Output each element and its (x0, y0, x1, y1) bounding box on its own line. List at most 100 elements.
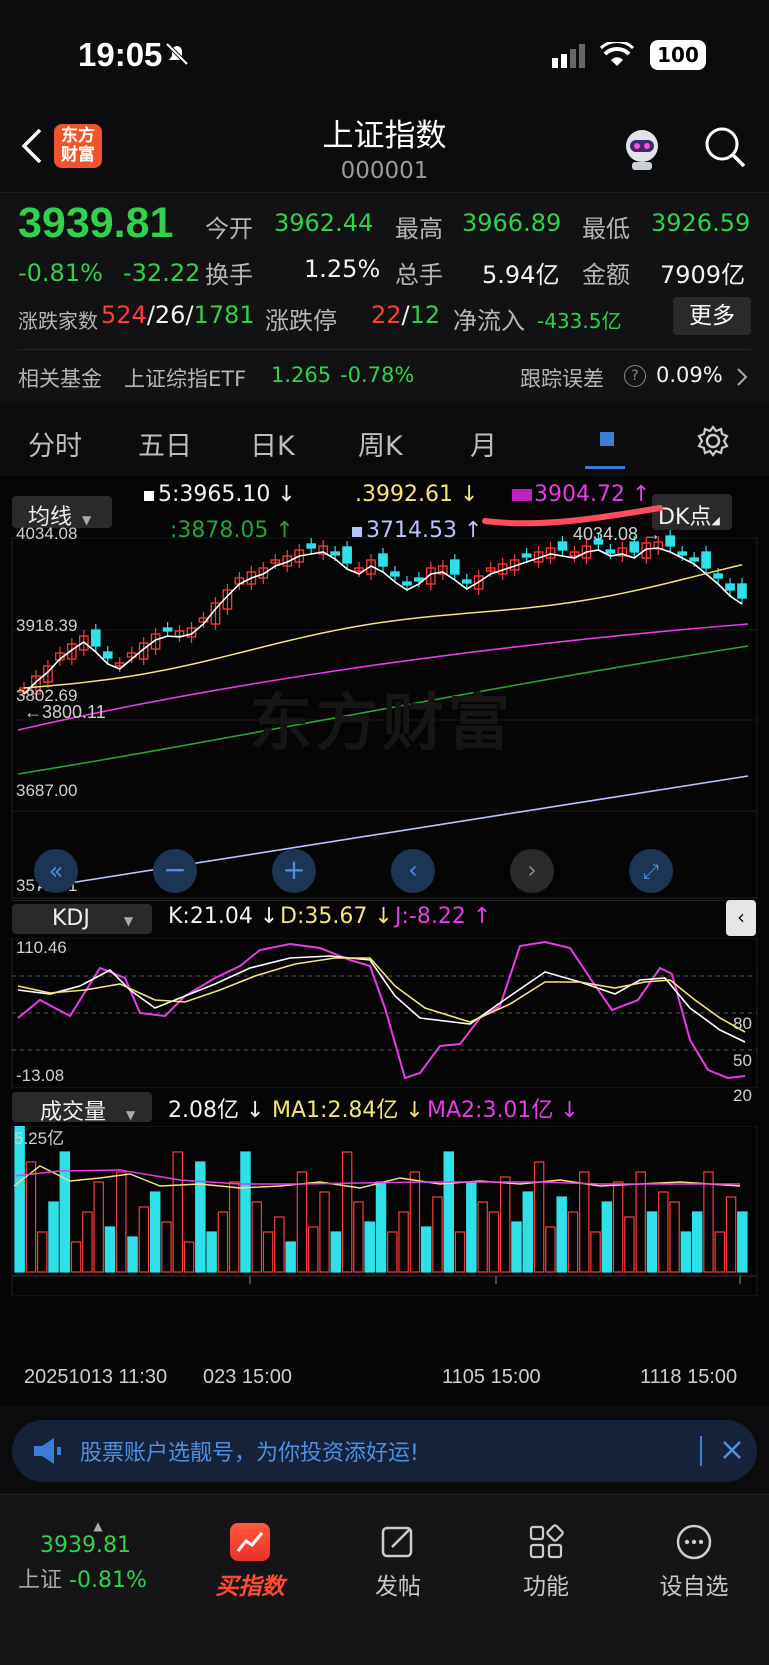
ma10-value: .3992.61 (355, 482, 453, 507)
nav-post[interactable]: 发帖 (338, 1523, 458, 1601)
tab-timeshare[interactable]: 分时 (28, 424, 82, 463)
zoom-in-button[interactable]: + (272, 849, 316, 893)
candle (557, 541, 568, 551)
volume-bar (70, 1241, 82, 1273)
candle (402, 581, 412, 586)
index-ticker[interactable]: ▲ 3939.81 上证 -0.81% (18, 1519, 178, 1594)
zoom-out-button[interactable]: − (153, 849, 197, 893)
tab-daily-k[interactable]: 日K (250, 424, 295, 463)
nav-functions[interactable]: 功能 (486, 1523, 606, 1601)
volume-bar (262, 1231, 274, 1273)
nav-bar: 东方 财富 上证指数 000001 (0, 110, 769, 192)
candle (689, 557, 699, 562)
settings-gear-icon[interactable] (696, 424, 730, 462)
volume-bar (308, 1226, 319, 1273)
turnover-label: 换手 (205, 261, 253, 289)
volume-bar (116, 1171, 127, 1273)
volume-bar (488, 1211, 500, 1273)
fund-change: -0.78% (340, 363, 415, 387)
volume-bar (149, 1191, 161, 1273)
ticker-change: -0.81% (69, 1568, 147, 1593)
search-icon[interactable] (702, 124, 748, 174)
scroll-right-button[interactable]: › (510, 849, 554, 893)
volume-bar (330, 1231, 342, 1273)
volume-label: 总手 (395, 261, 443, 289)
kdj-tick-50: 50 (733, 1051, 752, 1070)
candle (461, 579, 472, 584)
volume-bar (387, 1231, 398, 1273)
more-button[interactable]: 更多 (673, 297, 751, 335)
tab-five-day[interactable]: 五日 (138, 424, 192, 463)
volume-bar (93, 1181, 104, 1273)
last-price: 3939.81 (18, 199, 174, 247)
nav-buy-index[interactable]: 买指数 (190, 1523, 310, 1601)
volume-bar (420, 1226, 432, 1273)
volume-bar (228, 1181, 240, 1273)
flat-count: 26 (154, 301, 186, 329)
collapse-panel-button[interactable]: ‹ (726, 900, 756, 936)
tracking-error-label: 跟踪误差 (520, 367, 604, 391)
close-icon[interactable] (720, 1438, 744, 1466)
scroll-left-button[interactable]: ‹ (391, 849, 435, 893)
nav-watchlist[interactable]: 设自选 (634, 1523, 754, 1601)
volume-ma2-text: MA2:3.01亿 (427, 1098, 554, 1123)
fund-name[interactable]: 上证综指ETF (124, 363, 246, 393)
change-percent: -0.81% (18, 259, 103, 287)
volume-bar (477, 1201, 488, 1273)
tab-weekly-k[interactable]: 周K (358, 424, 403, 463)
low-value: 3926.59 (651, 209, 751, 237)
kdj-selector[interactable]: KDJ ▼ (12, 904, 152, 934)
megaphone-icon (30, 1434, 64, 1472)
date-label-2: 023 15:00 (203, 1366, 292, 1388)
volume-chart[interactable] (0, 1126, 769, 1296)
limit-values: 22/12 (371, 301, 441, 329)
volume-bar (341, 1151, 353, 1273)
fullscreen-button[interactable]: ⤢ (629, 849, 673, 893)
volume-bar (454, 1231, 466, 1273)
bottom-nav: ▲ 3939.81 上证 -0.81% 买指数 发帖 功能 设自选 (0, 1494, 769, 1665)
volume-bar (658, 1191, 669, 1273)
kdj-k-value: K:21.04 ↓ (168, 904, 279, 929)
kdj-chart[interactable] (0, 938, 769, 1088)
volume-bar (646, 1211, 658, 1273)
tab-monthly-k[interactable]: 月 (470, 424, 497, 463)
volume-bar (25, 1161, 37, 1273)
volume-value-text: 2.08亿 (168, 1098, 239, 1123)
volume-bar (432, 1196, 443, 1273)
candle (342, 546, 352, 564)
volume-bar (409, 1171, 421, 1273)
volume-selector[interactable]: 成交量 ▼ (12, 1092, 152, 1125)
robot-assistant-icon[interactable] (618, 126, 666, 176)
date-label-4: 1118 15:00 (640, 1366, 738, 1388)
promo-banner[interactable]: 股票账户选靓号，为你投资添好运! (12, 1420, 757, 1482)
open-label: 今开 (205, 215, 253, 243)
ma5-value: 5:3965.10 (158, 482, 271, 507)
tracking-error-value: 0.09% (656, 363, 723, 387)
date-label-3: 1105 15:00 (442, 1366, 541, 1388)
volume-bar (251, 1201, 263, 1273)
volume-bar (680, 1231, 692, 1273)
watermark: 东方财富 (250, 686, 515, 759)
tab-selected-indicator (600, 432, 614, 446)
high-value: 3966.89 (462, 209, 562, 237)
scroll-left-fast-button[interactable]: « (34, 849, 78, 893)
high-label: 最高 (395, 215, 443, 243)
volume-bar (703, 1171, 714, 1273)
volume-bar (499, 1176, 511, 1273)
chevron-right-icon[interactable] (735, 367, 749, 391)
high-price-value: 4034.08 (573, 524, 639, 544)
signal-icon (552, 44, 588, 72)
volume-bar (466, 1181, 477, 1273)
volume-value: 5.94亿 (482, 261, 560, 289)
nav-buy-index-label: 买指数 (215, 1574, 285, 1600)
limit-label: 涨跌停 (265, 307, 337, 335)
help-icon[interactable]: ? (624, 365, 646, 387)
volume-selector-label: 成交量 (40, 1100, 107, 1125)
ma20-legend: 3904.72 ↑ (512, 482, 650, 507)
ma10-legend: .3992.61 ↓ (355, 482, 479, 507)
volume-bar (217, 1211, 229, 1273)
change-value: -32.22 (123, 259, 201, 287)
dk-point-button[interactable]: DK点◢ (652, 494, 732, 530)
hand-drawn-annotation (482, 505, 663, 527)
candle (162, 627, 173, 632)
